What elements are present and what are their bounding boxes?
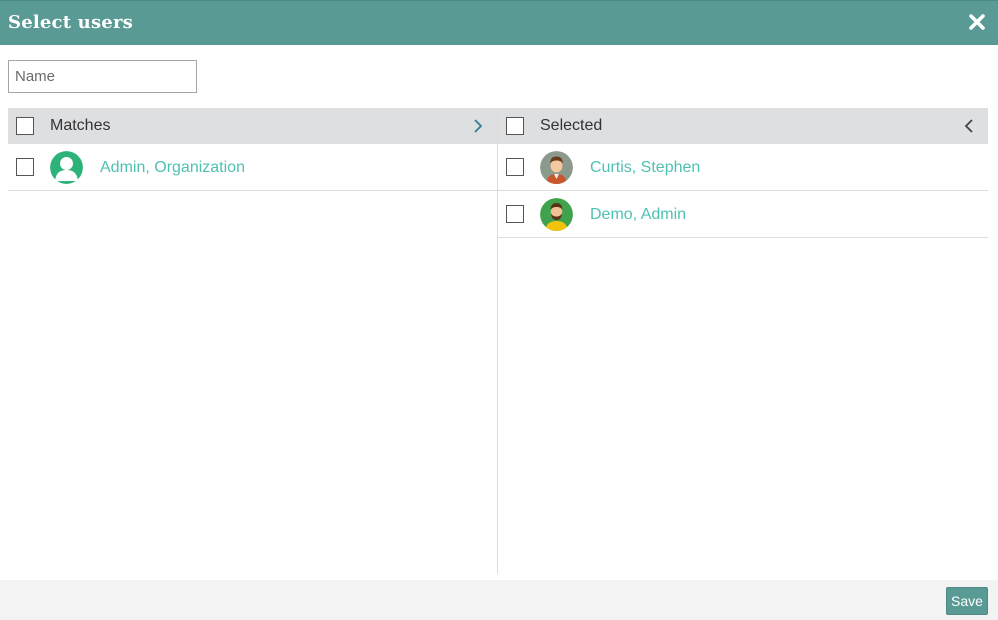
chevron-left-icon[interactable] <box>962 118 976 134</box>
close-icon[interactable] <box>968 13 986 31</box>
man-avatar-bearded <box>540 198 573 231</box>
matches-header-label: Matches <box>50 117 111 134</box>
default-user-avatar <box>50 151 83 184</box>
list-item[interactable]: Demo, Admin <box>498 191 988 238</box>
dialog-footer <box>0 580 998 620</box>
row-checkbox[interactable] <box>506 205 524 223</box>
dialog-title: Select users <box>8 12 133 33</box>
list-item[interactable]: Curtis, Stephen <box>498 144 988 191</box>
selected-select-all-checkbox[interactable] <box>506 117 524 135</box>
select-users-dialog: Select users Matches Admin, Organization <box>0 0 998 620</box>
user-name-link[interactable]: Demo, Admin <box>590 206 686 224</box>
save-button[interactable]: Save <box>946 587 988 615</box>
list-item[interactable]: Admin, Organization <box>8 144 497 191</box>
matches-header: Matches <box>8 108 497 144</box>
matches-panel: Matches Admin, Organization <box>8 108 498 574</box>
dialog-titlebar: Select users <box>0 0 998 45</box>
user-name-link[interactable]: Curtis, Stephen <box>590 159 700 177</box>
man-avatar-brown <box>540 151 573 184</box>
matches-select-all-checkbox[interactable] <box>16 117 34 135</box>
chevron-right-icon[interactable] <box>471 118 485 134</box>
user-name-link[interactable]: Admin, Organization <box>100 159 245 177</box>
selected-panel: Selected Curtis, Stephen Demo, Admin <box>498 108 988 574</box>
row-checkbox[interactable] <box>16 158 34 176</box>
selected-header: Selected <box>498 108 988 144</box>
name-search-input[interactable] <box>8 60 197 93</box>
row-checkbox[interactable] <box>506 158 524 176</box>
selected-header-label: Selected <box>540 117 603 134</box>
